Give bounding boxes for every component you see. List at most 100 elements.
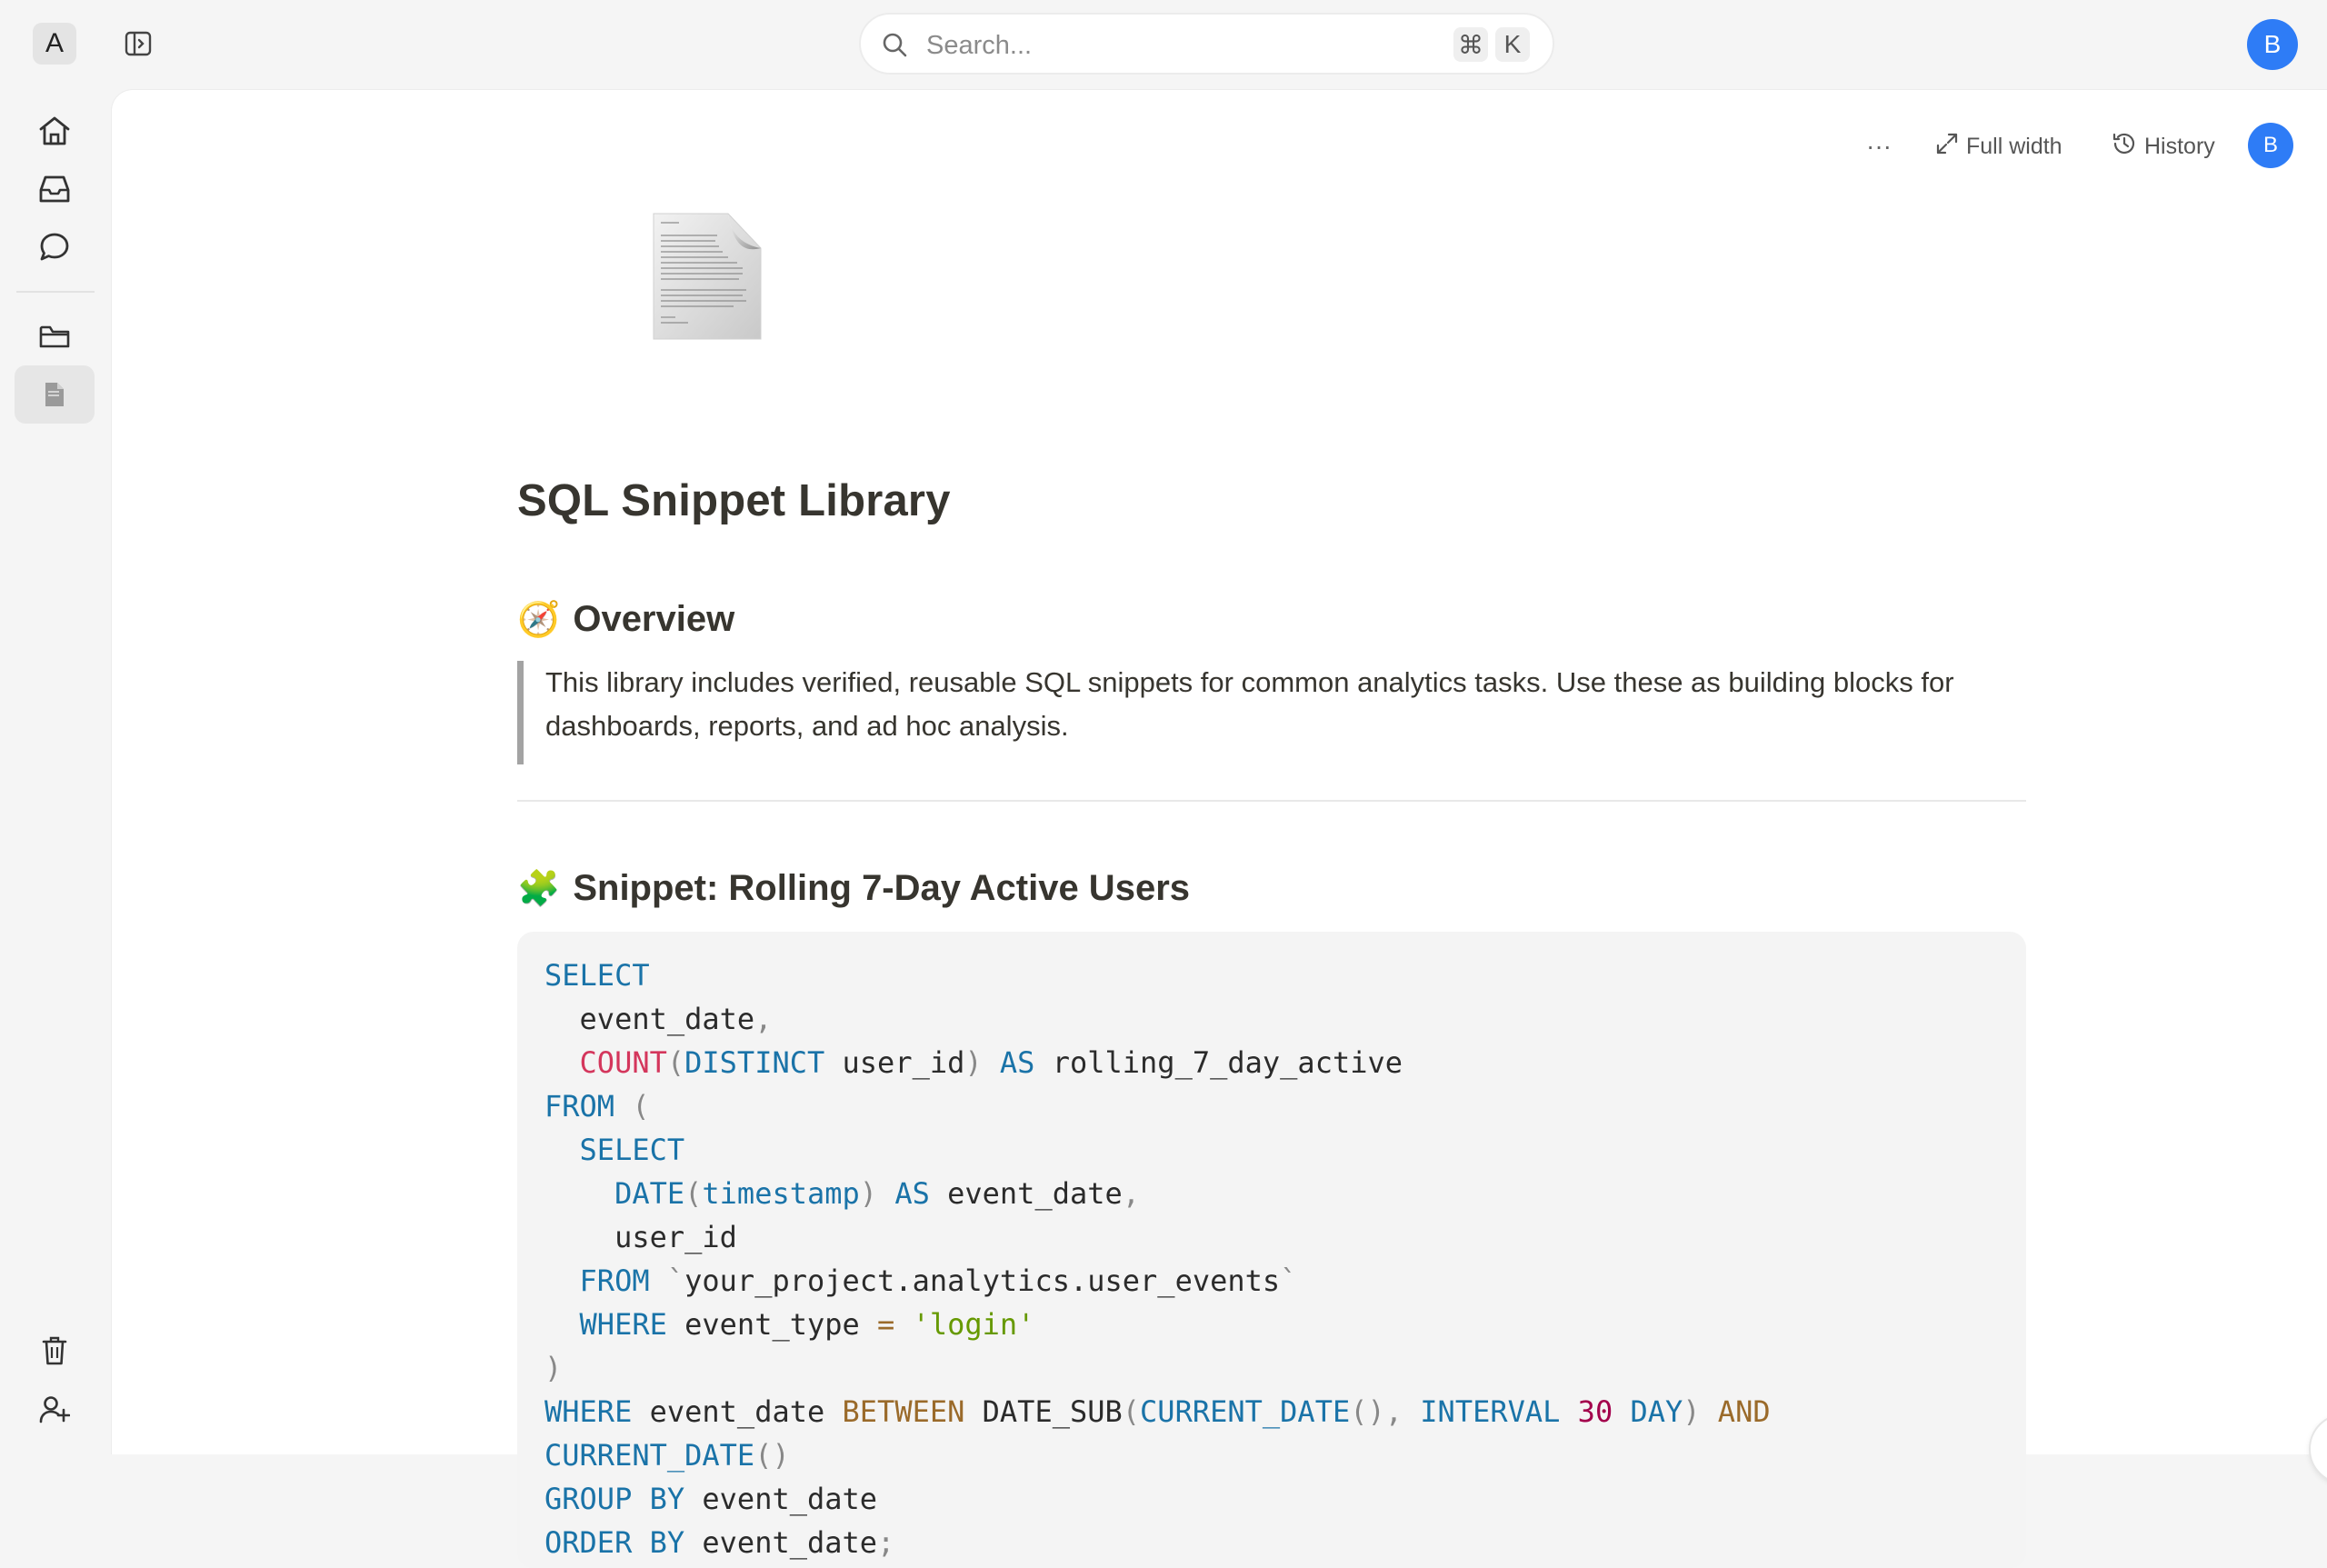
code-token: user_id (544, 1220, 737, 1254)
main-content: ··· Full width History B SQL Snippet Lib… (111, 89, 2327, 1568)
code-token: GROUP BY (544, 1482, 685, 1516)
workspace-switcher[interactable]: A (33, 23, 76, 65)
history-label: History (2144, 133, 2215, 159)
code-token: SELECT (579, 1133, 685, 1167)
code-token: 30 (1577, 1394, 1613, 1429)
code-token: DAY (1630, 1394, 1683, 1429)
sidebar-toggle-icon[interactable] (120, 27, 156, 60)
code-line: SELECT (544, 1133, 685, 1167)
code-token: AS (894, 1176, 930, 1211)
sql-code: SELECT event_date, COUNT(DISTINCT user_i… (544, 954, 1999, 1564)
snippet-heading[interactable]: 🧩 Snippet: Rolling 7-Day Active Users (517, 868, 1190, 909)
workspace-letter: A (45, 28, 64, 58)
collaborator-avatar[interactable]: B (2248, 123, 2293, 168)
code-block[interactable]: SELECT event_date, COUNT(DISTINCT user_i… (517, 932, 2026, 1568)
code-line: FROM ( (544, 1089, 650, 1124)
code-token: AND (1717, 1394, 1771, 1429)
page-title[interactable]: SQL Snippet Library (517, 475, 951, 526)
code-token: BETWEEN (842, 1394, 965, 1429)
code-line: ) (544, 1351, 562, 1385)
ai-assistant-button[interactable] (2309, 1413, 2327, 1484)
code-token: () (754, 1438, 790, 1473)
user-initial: B (2263, 30, 2282, 58)
search-bar[interactable]: Search... ⌘ K (859, 13, 1554, 75)
more-icon: ··· (1866, 132, 1892, 160)
history-button[interactable]: History (2112, 128, 2215, 165)
section-divider (517, 800, 2026, 802)
expand-icon (1935, 132, 1959, 162)
code-token: SELECT (544, 958, 650, 993)
code-token: event_date (684, 1482, 878, 1516)
code-token: ( (666, 1045, 685, 1080)
code-token: timestamp (702, 1176, 860, 1211)
code-token: , (754, 1002, 773, 1036)
code-token: ) (859, 1176, 878, 1211)
code-token: CURRENT_DATE (544, 1438, 755, 1473)
code-token: DATE_SUB (964, 1394, 1123, 1429)
user-avatar[interactable]: B (2247, 19, 2298, 70)
code-token: ` (666, 1263, 685, 1298)
code-line: DATE(timestamp) AS event_date, (544, 1176, 1140, 1211)
chat-icon[interactable] (15, 218, 95, 276)
more-options-button[interactable]: ··· (1866, 128, 1892, 165)
code-token: WHERE (544, 1394, 633, 1429)
code-token: INTERVAL (1420, 1394, 1561, 1429)
code-token: COUNT (579, 1045, 667, 1080)
code-token: ORDER BY (544, 1525, 685, 1560)
code-token: ( (1122, 1394, 1141, 1429)
shortcut-cmd-key: ⌘ (1453, 27, 1488, 62)
code-token: AS (999, 1045, 1035, 1080)
code-token: FROM (544, 1089, 615, 1124)
code-token: ) (1683, 1394, 1701, 1429)
inbox-icon[interactable] (15, 160, 95, 218)
folder-icon[interactable] (15, 307, 95, 365)
search-placeholder: Search... (926, 31, 1033, 60)
code-token: ) (544, 1351, 563, 1385)
code-token: 'login' (912, 1307, 1035, 1342)
shortcut-k-key: K (1495, 27, 1530, 62)
code-line: FROM `your_project.analytics.user_events… (544, 1263, 1298, 1298)
code-token: (), (1350, 1394, 1403, 1429)
code-token: your_project.analytics.user_events (684, 1263, 1281, 1298)
code-token: ; (877, 1525, 895, 1560)
overview-heading[interactable]: 🧭 Overview (517, 599, 734, 640)
full-width-label: Full width (1966, 133, 2062, 159)
overview-heading-text: Overview (573, 599, 735, 639)
code-token: DATE (614, 1176, 685, 1211)
code-token: ` (1280, 1263, 1298, 1298)
code-line: event_date, (544, 1002, 773, 1036)
full-width-button[interactable]: Full width (1935, 128, 2062, 165)
code-token: event_date (632, 1394, 843, 1429)
code-line: ORDER BY event_date; (544, 1525, 894, 1560)
top-bar: A Search... ⌘ K B (0, 0, 2327, 89)
code-token: event_date (544, 1002, 755, 1036)
rail-divider (16, 291, 95, 293)
code-line: SELECT (544, 958, 650, 993)
code-line: COUNT(DISTINCT user_id) AS rolling_7_day… (544, 1045, 1403, 1080)
page-document-icon[interactable] (652, 212, 763, 341)
invite-user-icon[interactable] (15, 1380, 95, 1438)
trash-icon[interactable] (15, 1322, 95, 1380)
home-icon[interactable] (15, 102, 95, 160)
code-token: FROM (579, 1263, 650, 1298)
document-icon[interactable] (15, 365, 95, 424)
code-token: ) (964, 1045, 983, 1080)
code-line: CURRENT_DATE() (544, 1438, 790, 1473)
code-token: user_id (824, 1045, 965, 1080)
code-token: , (1122, 1176, 1141, 1211)
overview-quote[interactable]: This library includes verified, reusable… (517, 661, 2026, 764)
snippet-heading-text: Snippet: Rolling 7-Day Active Users (573, 868, 1190, 908)
collaborator-initial: B (2262, 133, 2278, 157)
